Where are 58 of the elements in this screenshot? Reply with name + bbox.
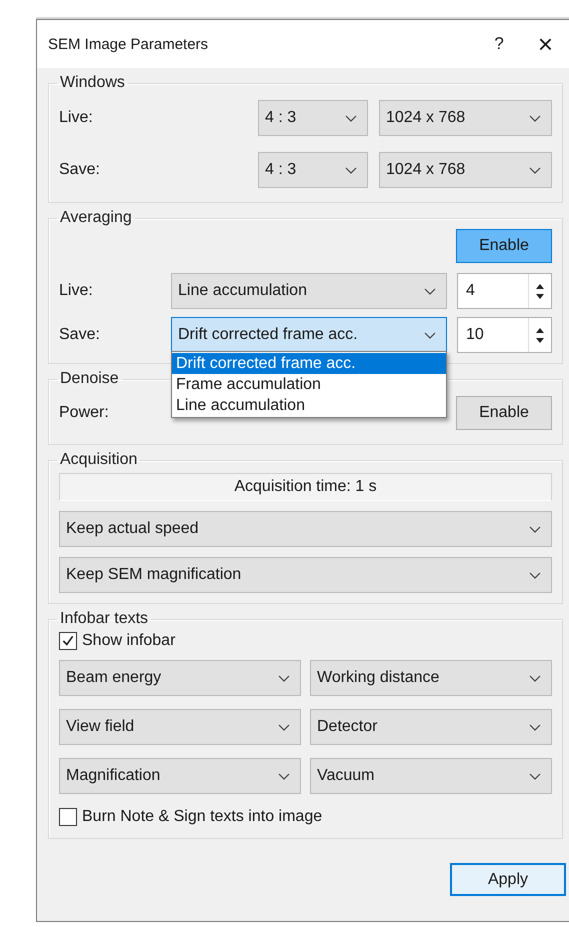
group-title: Averaging: [59, 209, 133, 227]
dropdown[interactable]: Beam energy: [59, 660, 301, 696]
chevron-down-icon: [345, 166, 357, 174]
group-title: Infobar texts: [59, 610, 150, 628]
group-title: Windows: [59, 74, 126, 92]
dropdown[interactable]: Working distance: [310, 660, 552, 696]
dropdown-option[interactable]: Drift corrected frame acc.: [172, 353, 446, 374]
spin-up-icon[interactable]: [536, 284, 544, 288]
dropdown[interactable]: Keep SEM magnification: [59, 557, 552, 593]
chevron-down-icon: [345, 114, 357, 122]
dropdown[interactable]: 4 : 3: [258, 152, 368, 188]
number-field[interactable]: 4: [457, 273, 552, 309]
field-label: Save:: [59, 161, 101, 179]
chevron-down-icon: [529, 772, 541, 780]
dropdown[interactable]: Keep actual speed: [59, 511, 552, 547]
spin-up-icon[interactable]: [536, 328, 544, 332]
dropdown[interactable]: 4 : 3: [258, 100, 368, 136]
checkbox-label: Burn Note & Sign texts into image: [82, 808, 322, 826]
group-title: Acquisition: [59, 451, 138, 469]
field-label: Save:: [59, 326, 101, 344]
dropdown[interactable]: Detector: [310, 709, 552, 745]
chevron-down-icon: [529, 674, 541, 682]
chevron-down-icon: [278, 772, 290, 780]
chevron-down-icon: [278, 674, 290, 682]
number-field[interactable]: 10: [457, 317, 552, 353]
checkbox-label: Show infobar: [82, 632, 176, 650]
dropdown[interactable]: View field: [59, 709, 301, 745]
dropdown[interactable]: 1024 x 768: [379, 100, 552, 136]
spin-down-icon[interactable]: [536, 338, 544, 342]
spin-down-icon[interactable]: [536, 294, 544, 298]
field-label: Live:: [59, 282, 94, 300]
checkbox[interactable]: [59, 808, 77, 826]
chevron-down-icon: [529, 526, 541, 532]
checkbox[interactable]: [59, 632, 77, 650]
dropdown-option[interactable]: Line accumulation: [172, 395, 446, 416]
dropdown[interactable]: Line accumulation: [171, 273, 447, 309]
enable-button[interactable]: Enable: [456, 396, 552, 430]
dropdown-option[interactable]: Frame accumulation: [172, 374, 446, 395]
field-label: Live:: [59, 109, 94, 127]
chevron-down-icon: [424, 332, 436, 338]
dropdown[interactable]: 1024 x 768: [379, 152, 552, 188]
help-button[interactable]: ?: [494, 34, 504, 54]
chevron-down-icon: [529, 114, 541, 122]
close-button[interactable]: ×: [538, 31, 553, 57]
apply-button[interactable]: Apply: [450, 863, 566, 896]
chevron-down-icon: [278, 724, 290, 730]
chevron-down-icon: [529, 572, 541, 578]
chevron-down-icon: [529, 166, 541, 174]
enable-button[interactable]: Enable: [456, 229, 552, 263]
dropdown[interactable]: Vacuum: [310, 758, 552, 794]
field-label: Power:: [59, 404, 109, 422]
window-title: SEM Image Parameters: [48, 36, 210, 52]
dropdown[interactable]: Magnification: [59, 758, 301, 794]
acquisition-time-field: Acquisition time: 1 s: [59, 473, 552, 501]
chevron-down-icon: [529, 724, 541, 730]
chevron-down-icon: [424, 288, 436, 294]
dropdown[interactable]: Drift corrected frame acc.: [171, 317, 447, 353]
group-title: Denoise: [59, 370, 120, 388]
